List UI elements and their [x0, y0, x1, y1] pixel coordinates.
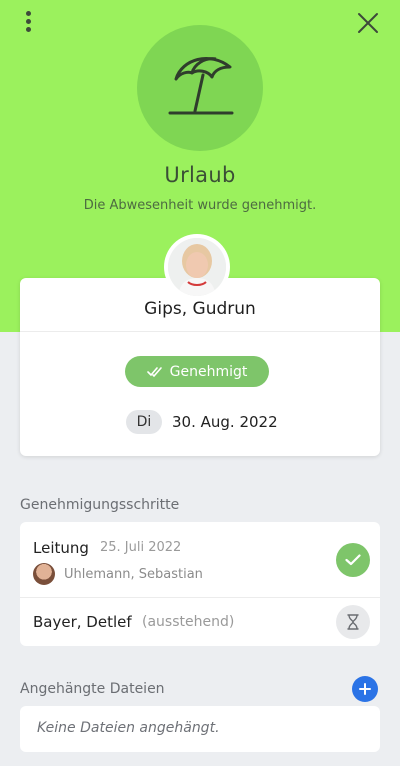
weekday-chip: Di — [126, 410, 162, 434]
avatar — [164, 234, 230, 300]
step-role: Leitung — [33, 539, 89, 557]
attached-files-list: Keine Dateien angehängt. — [20, 706, 380, 752]
status-label: Genehmigt — [169, 363, 248, 380]
double-check-icon — [146, 366, 162, 377]
step-person: Bayer, Detlef — [33, 613, 132, 631]
plus-icon — [359, 683, 371, 695]
step-status: (ausstehend) — [142, 614, 235, 630]
approval-steps-heading: Genehmigungsschritte — [20, 497, 180, 513]
absence-date: 30. Aug. 2022 — [172, 413, 278, 431]
add-file-button[interactable] — [352, 676, 378, 702]
absence-type-title: Urlaub — [164, 163, 236, 187]
person-name: Gips, Gudrun — [144, 299, 256, 319]
step-date: 25. Juli 2022 — [100, 540, 182, 555]
more-options-icon[interactable] — [20, 10, 38, 36]
close-icon[interactable] — [354, 9, 382, 37]
divider — [20, 331, 380, 332]
request-card: Gips, Gudrun Genehmigt Di 30. Aug. 2022 — [20, 278, 380, 456]
avatar — [33, 563, 55, 585]
divider — [20, 597, 380, 598]
step-person: Uhlemann, Sebastian — [64, 567, 203, 582]
attached-files-heading: Angehängte Dateien — [20, 681, 165, 697]
check-icon — [336, 543, 370, 577]
hourglass-icon — [336, 605, 370, 639]
approval-steps-list: Leitung 25. Juli 2022 Uhlemann, Sebastia… — [20, 522, 380, 646]
beach-umbrella-icon — [168, 57, 234, 115]
absence-type-badge — [137, 25, 263, 151]
empty-files-message: Keine Dateien angehängt. — [37, 720, 220, 736]
approval-subtitle: Die Abwesenheit wurde genehmigt. — [83, 198, 317, 213]
status-badge: Genehmigt — [125, 356, 269, 387]
